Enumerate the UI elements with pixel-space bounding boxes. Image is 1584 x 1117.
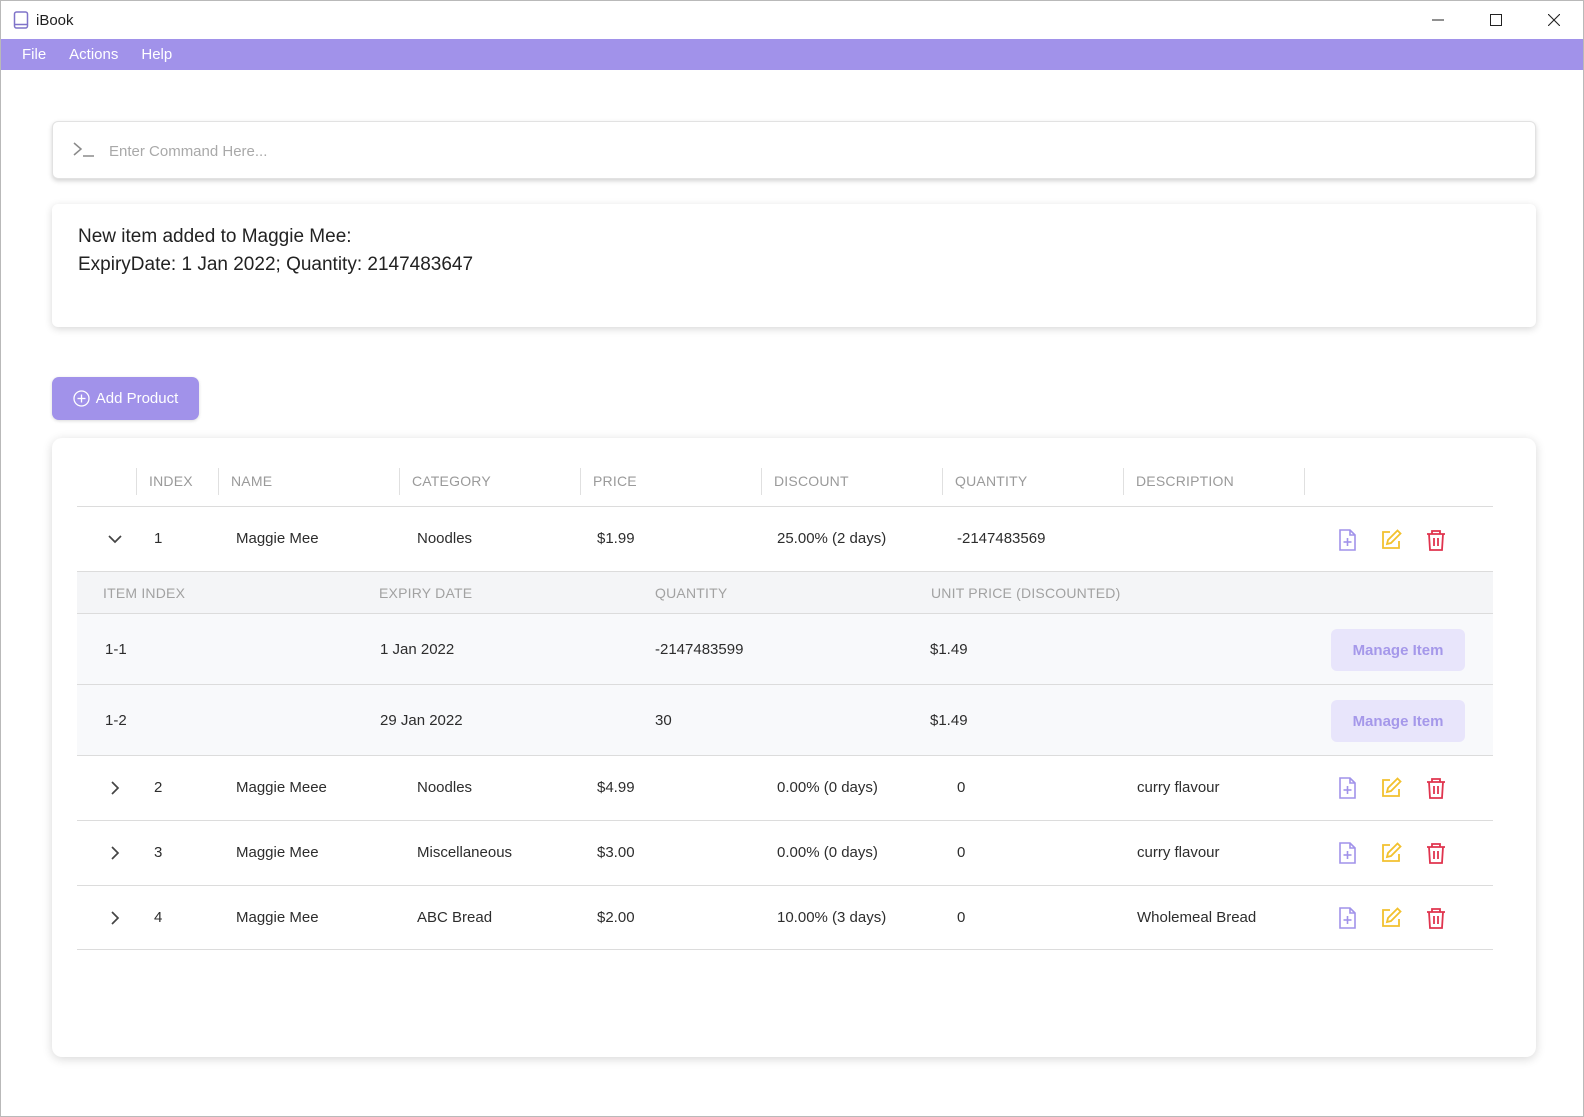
result-message-line-1: New item added to Maggie Mee: <box>78 226 352 247</box>
edit-icon[interactable] <box>1379 776 1403 800</box>
add-item-icon[interactable] <box>1335 906 1359 930</box>
chevron-down-icon[interactable] <box>105 529 125 549</box>
minimize-button[interactable] <box>1409 1 1467 39</box>
cell-price: $1.99 <box>597 530 635 547</box>
edit-icon[interactable] <box>1379 841 1403 865</box>
book-icon <box>13 11 29 29</box>
manage-item-button[interactable]: Manage Item <box>1331 700 1465 742</box>
add-item-icon[interactable] <box>1335 776 1359 800</box>
column-header-description[interactable]: DESCRIPTION <box>1123 468 1305 495</box>
window-title: iBook <box>36 12 74 29</box>
minimize-icon <box>1432 19 1444 21</box>
cell-quantity: 0 <box>957 844 966 861</box>
column-header-index[interactable]: INDEX <box>136 468 218 495</box>
cell-price: $3.00 <box>597 844 635 861</box>
column-header-price[interactable]: PRICE <box>580 468 761 495</box>
delete-icon[interactable] <box>1424 776 1448 800</box>
item-table-header: ITEM INDEX EXPIRY DATE QUANTITY UNIT PRI… <box>77 572 1493 614</box>
cell-index: 2 <box>154 779 163 796</box>
add-product-label: Add Product <box>95 390 179 407</box>
maximize-button[interactable] <box>1467 1 1525 39</box>
result-message-line-2: ExpiryDate: 1 Jan 2022; Quantity: 214748… <box>78 254 474 275</box>
cell-description: Wholemeal Bread <box>1137 909 1257 926</box>
item-cell-expiry: 29 Jan 2022 <box>380 712 463 729</box>
cell-price: $4.99 <box>597 779 635 796</box>
menu-file[interactable]: File <box>22 46 46 63</box>
cell-discount: 25.00% (2 days) <box>777 530 887 547</box>
column-header-category[interactable]: CATEGORY <box>399 468 580 495</box>
command-input[interactable] <box>109 136 1509 166</box>
cell-quantity: 0 <box>957 909 966 926</box>
table-row[interactable]: 4 Maggie Mee ABC Bread $2.00 10.00% (3 d… <box>77 886 1493 950</box>
chevron-right-icon[interactable] <box>105 778 125 798</box>
close-button[interactable] <box>1525 1 1583 39</box>
item-cell-index: 1-1 <box>105 641 127 658</box>
cell-category: Miscellaneous <box>417 844 513 861</box>
cell-discount: 0.00% (0 days) <box>777 844 878 861</box>
table-row[interactable]: 3 Maggie Mee Miscellaneous $3.00 0.00% (… <box>77 821 1493 886</box>
item-column-header-quantity: QUANTITY <box>655 585 728 601</box>
cell-category: ABC Bread <box>417 909 493 926</box>
add-item-icon[interactable] <box>1335 841 1359 865</box>
result-display: New item added to Maggie Mee: ExpiryDate… <box>52 204 1536 327</box>
menu-help[interactable]: Help <box>141 46 172 63</box>
column-header-discount[interactable]: DISCOUNT <box>761 468 942 495</box>
menu-bar: File Actions Help <box>1 39 1583 70</box>
table-header: INDEX NAME CATEGORY PRICE DISCOUNT QUANT… <box>77 468 1493 507</box>
cell-category: Noodles <box>417 530 473 547</box>
cell-index: 3 <box>154 844 163 861</box>
cell-name: Maggie Mee <box>236 844 319 861</box>
item-cell-quantity: -2147483599 <box>655 641 744 658</box>
cell-quantity: -2147483569 <box>957 530 1046 547</box>
item-cell-quantity: 30 <box>655 712 672 729</box>
cell-discount: 10.00% (3 days) <box>777 909 887 926</box>
delete-icon[interactable] <box>1424 906 1448 930</box>
plus-circle-icon <box>73 390 90 407</box>
manage-item-button[interactable]: Manage Item <box>1331 629 1465 671</box>
table-row[interactable]: 2 Maggie Meee Noodles $4.99 0.00% (0 day… <box>77 756 1493 821</box>
column-header-name[interactable]: NAME <box>218 468 399 495</box>
item-row: 1-2 29 Jan 2022 30 $1.49 Manage Item <box>77 685 1493 756</box>
add-product-button[interactable]: Add Product <box>52 377 199 420</box>
item-cell-unit-price: $1.49 <box>930 712 968 729</box>
column-header-quantity[interactable]: QUANTITY <box>942 468 1123 495</box>
edit-icon[interactable] <box>1379 906 1403 930</box>
item-cell-unit-price: $1.49 <box>930 641 968 658</box>
edit-icon[interactable] <box>1379 528 1403 552</box>
cell-description: curry flavour <box>1137 779 1220 796</box>
terminal-prompt-icon <box>73 142 94 157</box>
item-row: 1-1 1 Jan 2022 -2147483599 $1.49 Manage … <box>77 614 1493 685</box>
cell-quantity: 0 <box>957 779 966 796</box>
cell-name: Maggie Mee <box>236 530 319 547</box>
item-column-header-unit-price: UNIT PRICE (DISCOUNTED) <box>931 585 1121 601</box>
cell-price: $2.00 <box>597 909 635 926</box>
product-table: INDEX NAME CATEGORY PRICE DISCOUNT QUANT… <box>52 438 1536 1057</box>
cell-category: Noodles <box>417 779 473 796</box>
item-column-header-index: ITEM INDEX <box>103 585 186 601</box>
app-window: iBook File Actions Help New item added t… <box>0 0 1584 1117</box>
table-row[interactable]: 1 Maggie Mee Noodles $1.99 25.00% (2 day… <box>77 507 1493 572</box>
cell-discount: 0.00% (0 days) <box>777 779 878 796</box>
cell-name: Maggie Mee <box>236 909 319 926</box>
add-item-icon[interactable] <box>1335 528 1359 552</box>
delete-icon[interactable] <box>1424 841 1448 865</box>
cell-description: curry flavour <box>1137 844 1220 861</box>
command-box <box>52 121 1536 179</box>
maximize-icon <box>1490 14 1502 26</box>
item-column-header-expiry: EXPIRY DATE <box>379 585 473 601</box>
cell-index: 4 <box>154 909 163 926</box>
close-icon <box>1548 14 1560 26</box>
cell-index: 1 <box>154 530 163 547</box>
delete-icon[interactable] <box>1424 528 1448 552</box>
item-cell-index: 1-2 <box>105 712 127 729</box>
chevron-right-icon[interactable] <box>105 843 125 863</box>
item-cell-expiry: 1 Jan 2022 <box>380 641 455 658</box>
title-bar: iBook <box>1 1 1583 39</box>
menu-actions[interactable]: Actions <box>69 46 118 63</box>
chevron-right-icon[interactable] <box>105 908 125 928</box>
cell-name: Maggie Meee <box>236 779 327 796</box>
